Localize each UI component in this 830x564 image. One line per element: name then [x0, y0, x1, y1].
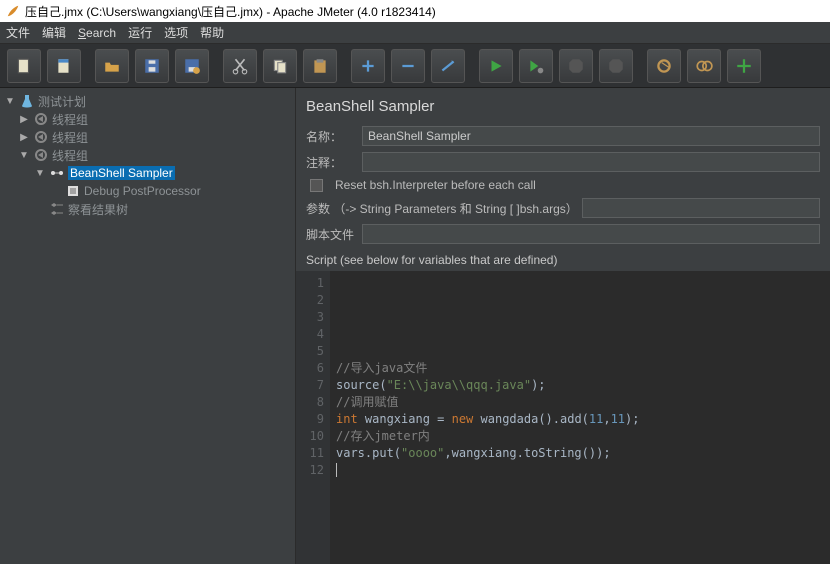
tree-beanshell-sampler[interactable]: ▼ BeanShell Sampler	[0, 164, 295, 182]
thread-group-icon	[33, 129, 49, 145]
collapse-button[interactable]	[391, 49, 425, 83]
new-button[interactable]	[7, 49, 41, 83]
thread-group-icon	[33, 111, 49, 127]
clear-button[interactable]	[647, 49, 681, 83]
tree-thread-group-3[interactable]: ▼ 线程组	[0, 146, 295, 164]
copy-button[interactable]	[263, 49, 297, 83]
tree-thread-group-1[interactable]: ▶ 线程组	[0, 110, 295, 128]
cut-button[interactable]	[223, 49, 257, 83]
test-plan-tree[interactable]: ▼ 测试计划 ▶ 线程组 ▶ 线程组 ▼ 线程组 ▼ BeanShell Sam…	[0, 88, 296, 564]
start-no-timers-button[interactable]	[519, 49, 553, 83]
paste-button[interactable]	[303, 49, 337, 83]
sampler-icon	[49, 165, 65, 181]
shutdown-button[interactable]	[599, 49, 633, 83]
tree-debug-postprocessor[interactable]: Debug PostProcessor	[0, 182, 295, 200]
params-input[interactable]	[582, 198, 820, 218]
thread-group-icon	[33, 147, 49, 163]
script-editor[interactable]: 123456789101112 //导入java文件 source("E:\\j…	[296, 271, 830, 564]
editor-code[interactable]: //导入java文件 source("E:\\java\\qqq.java");…	[330, 271, 830, 564]
collapse-icon[interactable]: ▶	[18, 132, 30, 143]
panel-title: BeanShell Sampler	[296, 88, 830, 123]
scriptfile-label: 脚本文件	[306, 226, 356, 243]
clear-all-button[interactable]	[687, 49, 721, 83]
menu-options[interactable]: 选项	[164, 24, 188, 41]
save-as-button[interactable]	[175, 49, 209, 83]
comment-input[interactable]	[362, 152, 820, 172]
scriptfile-input[interactable]	[362, 224, 820, 244]
menu-bar: 文件 编辑 Search 运行 选项 帮助	[0, 22, 830, 44]
reset-checkbox[interactable]	[310, 179, 323, 192]
save-button[interactable]	[135, 49, 169, 83]
postprocessor-icon	[65, 183, 81, 199]
tree-view-results-tree[interactable]: 察看结果树	[0, 200, 295, 218]
name-row: 名称：	[296, 123, 830, 149]
expand-icon[interactable]: ▼	[4, 96, 16, 107]
toggle-button[interactable]	[431, 49, 465, 83]
params-label: 参数 （-> String Parameters 和 String [ ]bsh…	[306, 200, 578, 217]
stop-button[interactable]	[559, 49, 593, 83]
window-title-bar: 压自己.jmx (C:\Users\wangxiang\压自己.jmx) - A…	[0, 0, 830, 22]
menu-file[interactable]: 文件	[6, 24, 30, 41]
start-button[interactable]	[479, 49, 513, 83]
comment-label: 注释：	[306, 154, 356, 171]
window-title: 压自己.jmx (C:\Users\wangxiang\压自己.jmx) - A…	[25, 3, 436, 20]
menu-search[interactable]: Search	[78, 26, 116, 40]
tree-test-plan[interactable]: ▼ 测试计划	[0, 92, 295, 110]
app-feather-icon	[6, 4, 20, 18]
expand-icon[interactable]: ▼	[18, 150, 30, 161]
expand-icon[interactable]: ▼	[34, 168, 46, 179]
scriptfile-row: 脚本文件	[296, 221, 830, 247]
name-input[interactable]	[362, 126, 820, 146]
reset-row: Reset bsh.Interpreter before each call	[296, 175, 830, 195]
comment-row: 注释：	[296, 149, 830, 175]
open-button[interactable]	[95, 49, 129, 83]
flask-icon	[19, 93, 35, 109]
editor-gutter: 123456789101112	[296, 271, 330, 564]
reset-label: Reset bsh.Interpreter before each call	[335, 178, 536, 192]
menu-edit[interactable]: 编辑	[42, 24, 66, 41]
tree-thread-group-2[interactable]: ▶ 线程组	[0, 128, 295, 146]
params-row: 参数 （-> String Parameters 和 String [ ]bsh…	[296, 195, 830, 221]
name-label: 名称：	[306, 128, 356, 145]
templates-button[interactable]	[47, 49, 81, 83]
toolbar	[0, 44, 830, 88]
script-section-label: Script (see below for variables that are…	[296, 247, 830, 271]
expand-button[interactable]	[351, 49, 385, 83]
menu-help[interactable]: 帮助	[200, 24, 224, 41]
function-helper-button[interactable]	[727, 49, 761, 83]
collapse-icon[interactable]: ▶	[18, 114, 30, 125]
details-panel: BeanShell Sampler 名称： 注释： Reset bsh.Inte…	[296, 88, 830, 564]
results-tree-icon	[49, 201, 65, 217]
menu-run[interactable]: 运行	[128, 24, 152, 41]
